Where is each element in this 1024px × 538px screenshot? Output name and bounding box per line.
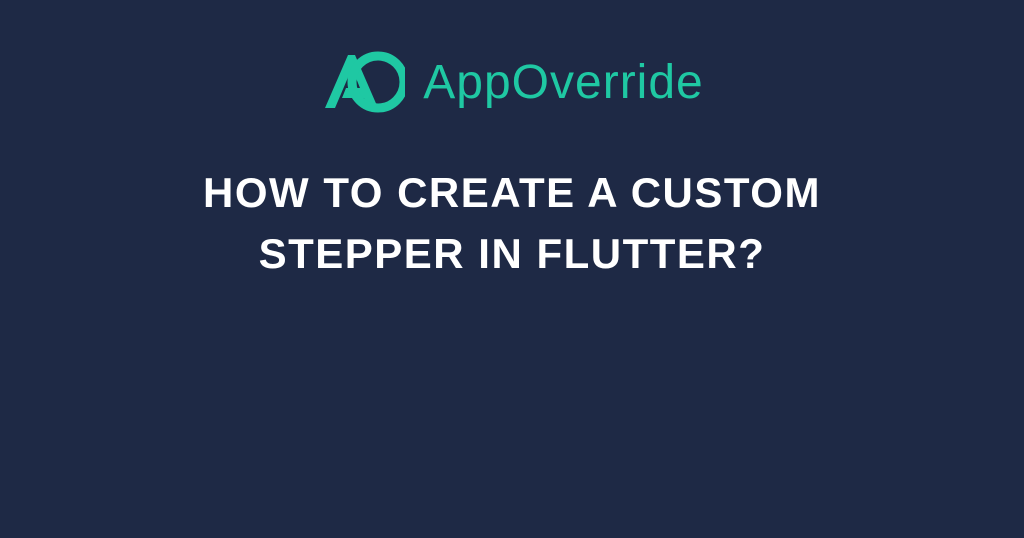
brand-logo-icon [320,50,405,115]
logo-row: AppOverride [320,50,703,115]
headline-text: How to create a Custom Stepper in Flutte… [122,163,902,285]
banner-container: AppOverride How to create a Custom Stepp… [0,0,1024,538]
brand-name: AppOverride [423,55,703,110]
